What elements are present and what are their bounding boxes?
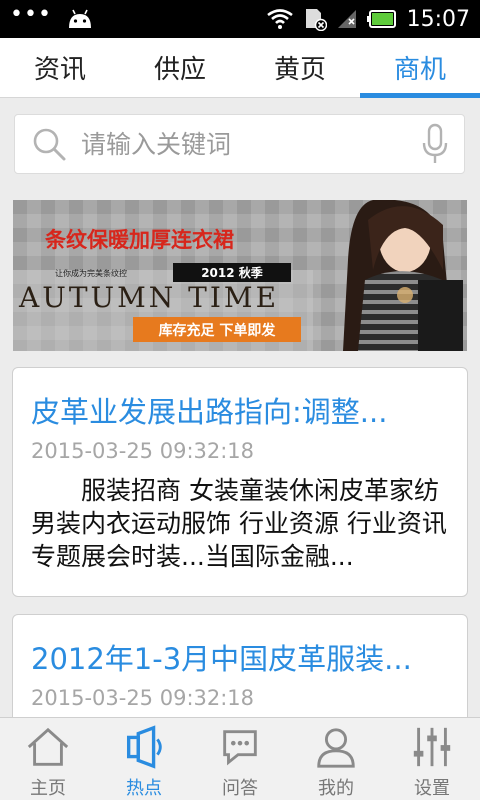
tab-news[interactable]: 资讯 [0,38,120,97]
article-title[interactable]: 2012年1-3月中国皮革服装... [13,615,467,677]
nav-profile[interactable]: 我的 [288,718,384,800]
promo-banner[interactable]: 条纹保暖加厚连衣裙 让你成为完美条纹控 2012 秋季 AUTUMN TIME … [13,200,467,351]
sim-card-icon [305,9,327,31]
android-icon [68,9,91,28]
hotspot-icon [126,725,162,769]
search-bar [14,114,465,174]
category-tabs: 资讯 供应 黄页 商机 [0,38,480,98]
nav-home[interactable]: 主页 [0,718,96,800]
chat-icon [223,730,257,766]
user-icon [317,728,355,768]
banner-artwork: 条纹保暖加厚连衣裙 让你成为完美条纹控 2012 秋季 AUTUMN TIME … [13,200,467,351]
tab-yellow-pages[interactable]: 黄页 [240,38,360,97]
search-icon[interactable] [31,126,67,162]
banner-headline: 条纹保暖加厚连衣裙 [45,227,234,252]
nav-label: 问答 [222,778,258,799]
search-input[interactable] [81,129,401,159]
microphone-icon[interactable] [422,123,448,165]
tab-supply[interactable]: 供应 [120,38,240,97]
article-date: 2015-03-25 09:32:18 [31,686,255,710]
article-card[interactable]: 2012年1-3月中国皮革服装... 2015-03-25 09:32:18 [12,614,468,734]
banner-brand-text: AUTUMN TIME [18,281,279,314]
battery-icon [366,10,396,28]
nav-label: 热点 [126,778,162,799]
nav-label: 我的 [318,778,354,799]
bottom-nav: 主页 热点 问答 我的 设置 [0,717,480,800]
status-time: 15:07 [406,6,470,32]
settings-icon [413,727,451,767]
nav-label: 主页 [30,778,66,799]
banner-season: 2012 秋季 [201,265,264,280]
home-icon [27,727,69,766]
nav-qa[interactable]: 问答 [192,718,288,800]
signal-icon [337,10,356,28]
nav-hotspot[interactable]: 热点 [96,718,192,800]
banner-tagline: 让你成为完美条纹控 [55,268,127,278]
tab-business-opportunities[interactable]: 商机 [360,38,480,98]
nav-settings[interactable]: 设置 [384,718,480,800]
nav-label: 设置 [414,778,450,799]
article-date: 2015-03-25 09:32:18 [31,439,255,463]
article-summary: 服装招商 女装童装休闲皮革家纺男装内衣运动服饰 行业资源 行业资讯专题展会时装.… [31,476,447,571]
wifi-icon [266,9,293,29]
banner-cta: 库存充足 下单即发 [159,322,277,339]
overflow-dots-icon: ••• [10,2,52,27]
article-title[interactable]: 皮革业发展出路指向:调整... [13,368,467,430]
status-bar: ••• 15:07 [0,0,480,38]
article-card[interactable]: 皮革业发展出路指向:调整... 2015-03-25 09:32:18 服装招商… [12,367,468,597]
